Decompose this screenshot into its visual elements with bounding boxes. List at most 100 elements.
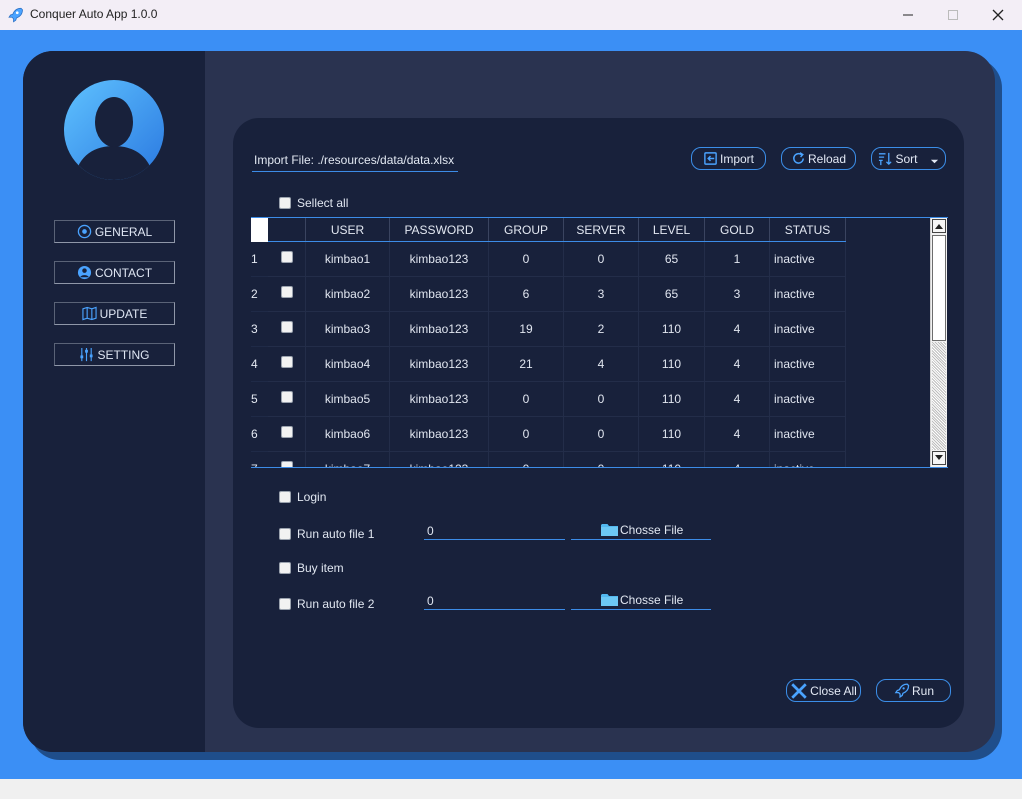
choose-file-1-button[interactable]: Chosse File <box>571 520 711 540</box>
table-cell[interactable]: 110 <box>639 417 705 452</box>
sidebar-item-update[interactable]: UPDATE <box>54 302 175 325</box>
row-number[interactable]: 4 <box>251 347 268 382</box>
table-cell[interactable]: kimbao2 <box>306 277 390 312</box>
column-header-cell[interactable]: GOLD <box>705 218 770 241</box>
row-checkbox[interactable] <box>280 426 293 438</box>
reload-button[interactable]: Reload <box>781 147 856 170</box>
column-header-cell[interactable]: STATUS <box>770 218 846 241</box>
row-checkbox[interactable] <box>280 391 293 403</box>
table-row[interactable]: kimbao5 kimbao123 0 0 110 4 inactive <box>268 382 846 417</box>
run-auto-file-2-input[interactable]: 0 <box>424 590 565 610</box>
table-cell[interactable]: 0 <box>489 417 564 452</box>
table-row[interactable]: kimbao3 kimbao123 19 2 110 4 inactive <box>268 312 846 347</box>
table-cell[interactable]: kimbao1 <box>306 242 390 277</box>
table-cell[interactable]: inactive <box>770 452 846 467</box>
table-cell[interactable]: kimbao4 <box>306 347 390 382</box>
close-window-button[interactable] <box>975 0 1021 30</box>
table-cell[interactable]: kimbao123 <box>390 452 489 467</box>
login-checkbox[interactable] <box>279 491 291 503</box>
table-row[interactable]: kimbao6 kimbao123 0 0 110 4 inactive <box>268 417 846 452</box>
table-cell[interactable]: 110 <box>639 452 705 467</box>
row-number[interactable]: 3 <box>251 312 268 347</box>
table-cell[interactable]: 21 <box>489 347 564 382</box>
table-cell[interactable]: 0 <box>564 382 639 417</box>
table-cell[interactable]: kimbao123 <box>390 417 489 452</box>
maximize-button[interactable] <box>930 0 976 30</box>
row-checkbox[interactable] <box>280 356 293 368</box>
table-row[interactable]: kimbao4 kimbao123 21 4 110 4 inactive <box>268 347 846 382</box>
table-cell[interactable]: kimbao3 <box>306 312 390 347</box>
row-number[interactable]: 5 <box>251 382 268 417</box>
table-cell[interactable]: 19 <box>489 312 564 347</box>
table-cell[interactable]: 0 <box>489 452 564 467</box>
import-button[interactable]: Import <box>691 147 766 170</box>
table-cell[interactable]: inactive <box>770 417 846 452</box>
minimize-button[interactable] <box>885 0 931 30</box>
select-all-checkbox[interactable] <box>279 197 291 209</box>
table-cell[interactable]: 4 <box>705 452 770 467</box>
table-cell[interactable]: inactive <box>770 347 846 382</box>
table-cell[interactable]: 3 <box>705 277 770 312</box>
choose-file-2-button[interactable]: Chosse File <box>571 590 711 610</box>
table-row[interactable]: kimbao1 kimbao123 0 0 65 1 inactive <box>268 242 846 277</box>
run-button[interactable]: Run <box>876 679 951 702</box>
table-cell[interactable]: inactive <box>770 382 846 417</box>
table-cell[interactable]: 3 <box>564 277 639 312</box>
table-cell[interactable]: kimbao123 <box>390 242 489 277</box>
table-cell[interactable]: 4 <box>564 347 639 382</box>
table-cell[interactable]: 4 <box>705 312 770 347</box>
column-header-cell[interactable]: LEVEL <box>639 218 705 241</box>
table-cell[interactable]: kimbao123 <box>390 312 489 347</box>
table-cell[interactable]: 4 <box>705 382 770 417</box>
column-header-cell[interactable] <box>268 218 306 241</box>
row-number[interactable]: 1 <box>251 242 268 277</box>
run-auto-file-1-input[interactable]: 0 <box>424 520 565 540</box>
table-cell[interactable]: 65 <box>639 277 705 312</box>
scroll-track[interactable] <box>932 342 946 450</box>
close-all-button[interactable]: Close All <box>786 679 861 702</box>
table-row[interactable]: kimbao2 kimbao123 6 3 65 3 inactive <box>268 277 846 312</box>
table-cell[interactable]: 1 <box>705 242 770 277</box>
table-cell[interactable]: kimbao123 <box>390 347 489 382</box>
row-number[interactable]: 7 <box>251 452 268 467</box>
scroll-up-button[interactable] <box>932 219 946 233</box>
sort-button[interactable]: Sort <box>871 147 946 170</box>
table-cell[interactable]: 4 <box>705 417 770 452</box>
table-cell[interactable]: 2 <box>564 312 639 347</box>
table-cell[interactable]: 110 <box>639 347 705 382</box>
table-cell[interactable]: kimbao123 <box>390 382 489 417</box>
table-cell[interactable]: 0 <box>564 242 639 277</box>
vertical-scrollbar[interactable] <box>930 218 947 467</box>
table-cell[interactable]: 110 <box>639 382 705 417</box>
column-header-cell[interactable]: PASSWORD <box>390 218 489 241</box>
table-row[interactable]: kimbao7kimbao123001104inactive <box>268 452 846 467</box>
table-cell[interactable]: kimbao6 <box>306 417 390 452</box>
row-number[interactable]: 6 <box>251 417 268 452</box>
row-checkbox[interactable] <box>280 286 293 298</box>
table-cell[interactable]: kimbao7 <box>306 452 390 467</box>
table-cell[interactable]: 0 <box>564 417 639 452</box>
table-cell[interactable]: kimbao123 <box>390 277 489 312</box>
row-checkbox[interactable] <box>280 321 293 333</box>
column-header-cell[interactable]: USER <box>306 218 390 241</box>
table-cell[interactable]: inactive <box>770 312 846 347</box>
row-checkbox[interactable] <box>280 461 293 467</box>
table-cell[interactable]: 0 <box>489 382 564 417</box>
table-corner[interactable] <box>251 218 268 242</box>
scroll-thumb[interactable] <box>932 235 946 341</box>
table-cell[interactable]: 6 <box>489 277 564 312</box>
row-number[interactable]: 2 <box>251 277 268 312</box>
table-cell[interactable]: 0 <box>489 242 564 277</box>
table-cell[interactable]: 110 <box>639 312 705 347</box>
scroll-down-button[interactable] <box>932 451 946 465</box>
run-auto-file-1-checkbox[interactable] <box>279 528 291 540</box>
table-cell[interactable]: 65 <box>639 242 705 277</box>
table-cell[interactable]: inactive <box>770 242 846 277</box>
sidebar-item-general[interactable]: GENERAL <box>54 220 175 243</box>
table-cell[interactable]: 4 <box>705 347 770 382</box>
table-cell[interactable]: 0 <box>564 452 639 467</box>
table-cell[interactable]: inactive <box>770 277 846 312</box>
buy-item-checkbox[interactable] <box>279 562 291 574</box>
column-header-cell[interactable]: GROUP <box>489 218 564 241</box>
sidebar-item-contact[interactable]: CONTACT <box>54 261 175 284</box>
